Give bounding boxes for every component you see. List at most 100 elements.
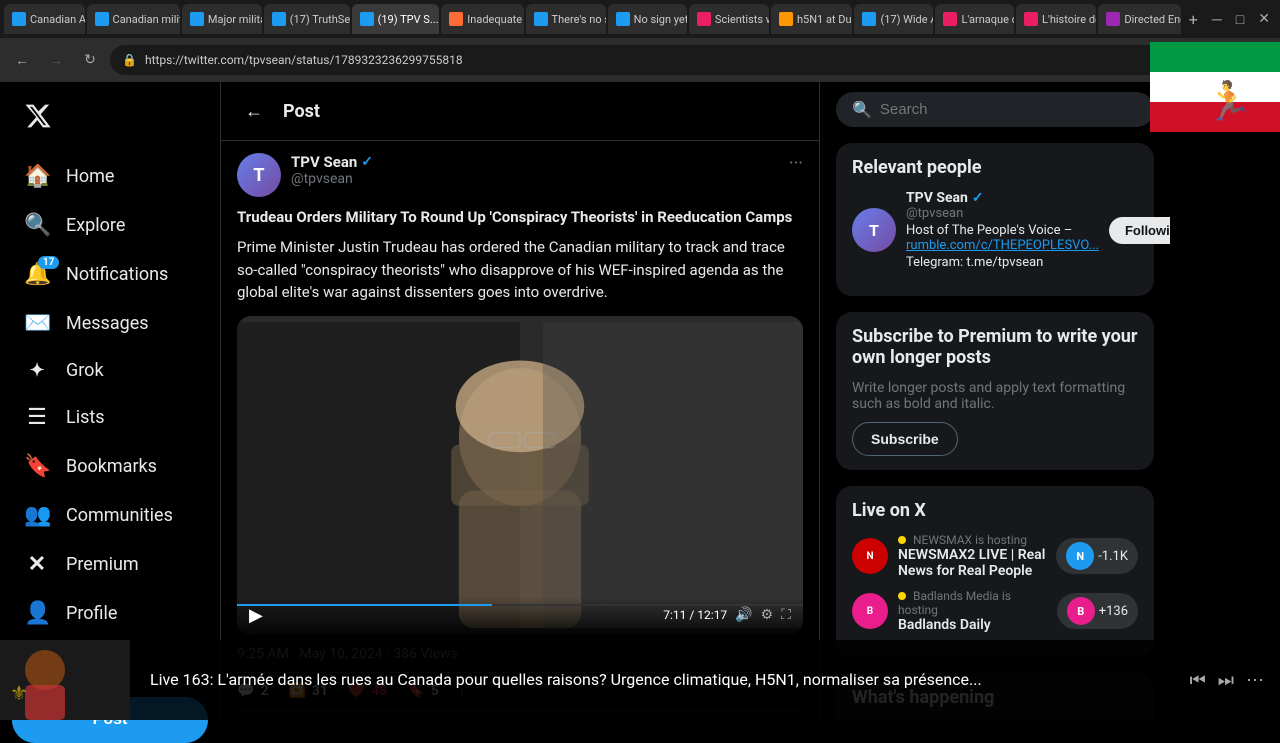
tab-11[interactable]: (17) Wide A... (854, 4, 933, 34)
lock-icon: 🔒 (122, 53, 137, 67)
video-frame (237, 316, 803, 634)
badlands-desc: Badlands Daily (898, 617, 1047, 633)
sidebar-item-lists-label: Lists (66, 407, 105, 428)
tab-controls: ─ □ ✕ (1206, 7, 1276, 32)
live-item-newsmax[interactable]: N NEWSMAX is hosting NEWSMAX2 LIVE | Rea… (852, 533, 1138, 579)
new-tab-button[interactable]: + (1183, 5, 1204, 33)
more-live-button[interactable]: ⋯ (1246, 670, 1264, 691)
sidebar-item-home-label: Home (66, 166, 114, 187)
sidebar-item-grok[interactable]: ✦ Grok (12, 350, 208, 391)
author-name: TPV Sean ✓ (291, 153, 779, 171)
search-icon: 🔍 (852, 100, 872, 119)
tab-13[interactable]: L'histoire de... (1016, 4, 1096, 34)
communities-icon: 👥 (24, 503, 50, 528)
tab-4[interactable]: (17) TruthSec... (264, 4, 350, 34)
search-box[interactable]: 🔍 (836, 92, 1154, 127)
following-button[interactable]: Following (1109, 217, 1170, 244)
sidebar-item-messages[interactable]: ✉️ Messages (12, 301, 208, 346)
address-bar[interactable]: 🔒 https://twitter.com/tpvsean/status/178… (110, 45, 1174, 75)
sidebar-item-communities[interactable]: 👥 Communities (12, 493, 208, 538)
tab-5-active[interactable]: (19) TPV S... ✕ (352, 4, 440, 34)
tab-14[interactable]: Directed Ene... (1098, 4, 1180, 34)
video-thumbnail (237, 316, 803, 634)
sidebar-item-premium-label: Premium (66, 554, 139, 575)
close-button[interactable]: ✕ (1252, 7, 1276, 31)
play-button[interactable]: ▶ (249, 605, 263, 626)
right-sidebar: 🔍 Relevant people T TPV Sean ✓ @tpvsean … (820, 82, 1170, 720)
newsmax-logo: N (852, 538, 888, 574)
relevant-people-section: Relevant people T TPV Sean ✓ @tpvsean Ho… (836, 143, 1154, 296)
time-display: 7:11 / 12:17 (663, 608, 727, 622)
grok-icon: ✦ (24, 360, 50, 381)
maximize-button[interactable]: □ (1230, 7, 1250, 32)
sidebar-item-bookmarks[interactable]: 🔖 Bookmarks (12, 444, 208, 489)
tab-9[interactable]: Scientists w... (689, 4, 769, 34)
tab-12[interactable]: L'arnaque d... (935, 4, 1014, 34)
prev-button[interactable]: ⏮ (1190, 670, 1206, 691)
premium-icon: ✕ (24, 552, 50, 577)
newsmax-logo-letter: N (866, 551, 873, 562)
live-item-badlands[interactable]: B Badlands Media is hosting Badlands Dai… (852, 589, 1138, 633)
post-body: T TPV Sean ✓ @tpvsean ··· Trudeau Orders… (221, 141, 819, 720)
more-options-button[interactable]: ··· (789, 153, 803, 174)
bio-link[interactable]: rumble.com/c/THEPEOPLESVO... (906, 238, 1099, 253)
tab-2[interactable]: Canadian milita... (87, 4, 180, 34)
premium-section: Subscribe to Premium to write your own l… (836, 312, 1154, 470)
live-on-x-section: Live on X N NEWSMAX is hosting NEWSMAX2 … (836, 486, 1154, 657)
author-handle: @tpvsean (291, 171, 779, 187)
newsmax-count-logo: N (1066, 542, 1094, 570)
minimize-button[interactable]: ─ (1206, 7, 1228, 32)
sidebar-item-grok-label: Grok (66, 360, 104, 381)
refresh-button[interactable]: ↻ (76, 46, 104, 74)
main-column: ← Post T TPV Sean ✓ @tpvsean ··· Trudeau… (220, 82, 820, 720)
x-logo[interactable] (12, 90, 208, 146)
sidebar-item-lists[interactable]: ☰ Lists (12, 395, 208, 440)
people-handle: @tpvsean (906, 206, 1099, 221)
sidebar-item-notifications[interactable]: 🔔 17 Notifications (12, 252, 208, 297)
back-arrow-button[interactable]: ← (237, 94, 271, 128)
back-button[interactable]: ← (8, 46, 36, 74)
live-overlay-title-text: Live 163: L'armée dans les rues au Canad… (130, 658, 1174, 703)
progress-bar[interactable] (237, 604, 803, 606)
badlands-count-logo: B (1067, 597, 1095, 625)
sidebar-item-profile-label: Profile (66, 603, 117, 624)
tab-6[interactable]: Inadequate f... (441, 4, 523, 34)
sidebar: 🏠 Home 🔍 Explore 🔔 17 Notifications ✉️ M… (0, 82, 220, 720)
video-player[interactable]: ▶ 7:11 / 12:17 🔊 ⚙ ⛶ (237, 316, 803, 634)
next-button[interactable]: ⏭ (1218, 670, 1234, 691)
verified-badge-icon: ✓ (361, 154, 373, 170)
sidebar-item-home[interactable]: 🏠 Home (12, 154, 208, 199)
navigation-bar: ← → ↻ 🔒 https://twitter.com/tpvsean/stat… (0, 38, 1280, 82)
tab-bar: Canadian Ar... Canadian milita... Major … (0, 0, 1280, 38)
sidebar-item-premium[interactable]: ✕ Premium (12, 542, 208, 587)
live-dot-badlands-icon (898, 592, 906, 600)
tab-8[interactable]: No sign yet ... (608, 4, 687, 34)
notification-badge: 17 (38, 256, 59, 269)
author-avatar[interactable]: T (237, 153, 281, 197)
subscribe-button[interactable]: Subscribe (852, 422, 958, 456)
mute-button[interactable]: 🔊 (735, 607, 752, 623)
messages-icon: ✉️ (24, 311, 50, 336)
tab-10[interactable]: h5N1 at Duc... (771, 4, 852, 34)
live-title: Live on X (852, 500, 1138, 521)
url-text: https://twitter.com/tpvsean/status/17893… (145, 53, 1162, 67)
settings-button[interactable]: ⚙ (761, 607, 774, 623)
newsmax-info: NEWSMAX is hosting NEWSMAX2 LIVE | Real … (898, 533, 1046, 579)
lists-icon: ☰ (24, 405, 50, 430)
profile-icon: 👤 (24, 601, 50, 626)
svg-text:🏃: 🏃 (1205, 79, 1252, 124)
newsmax-desc: NEWSMAX2 LIVE | Real News for Real Peopl… (898, 547, 1046, 579)
sidebar-item-explore-label: Explore (66, 215, 125, 236)
tab-7[interactable]: There's no s... (526, 4, 606, 34)
search-input[interactable] (880, 101, 1138, 118)
premium-title: Subscribe to Premium to write your own l… (852, 326, 1138, 368)
sidebar-item-explore[interactable]: 🔍 Explore (12, 203, 208, 248)
sidebar-item-profile[interactable]: 👤 Profile (12, 591, 208, 636)
people-bio: Host of The People's Voice – rumble.com/… (906, 223, 1099, 253)
fullscreen-button[interactable]: ⛶ (781, 607, 791, 623)
tab-3[interactable]: Major milita... (182, 4, 262, 34)
forward-button[interactable]: → (42, 46, 70, 74)
flag-overlay: 🏃 (1150, 42, 1280, 132)
people-avatar[interactable]: T (852, 208, 896, 252)
tab-1[interactable]: Canadian Ar... (4, 4, 85, 34)
